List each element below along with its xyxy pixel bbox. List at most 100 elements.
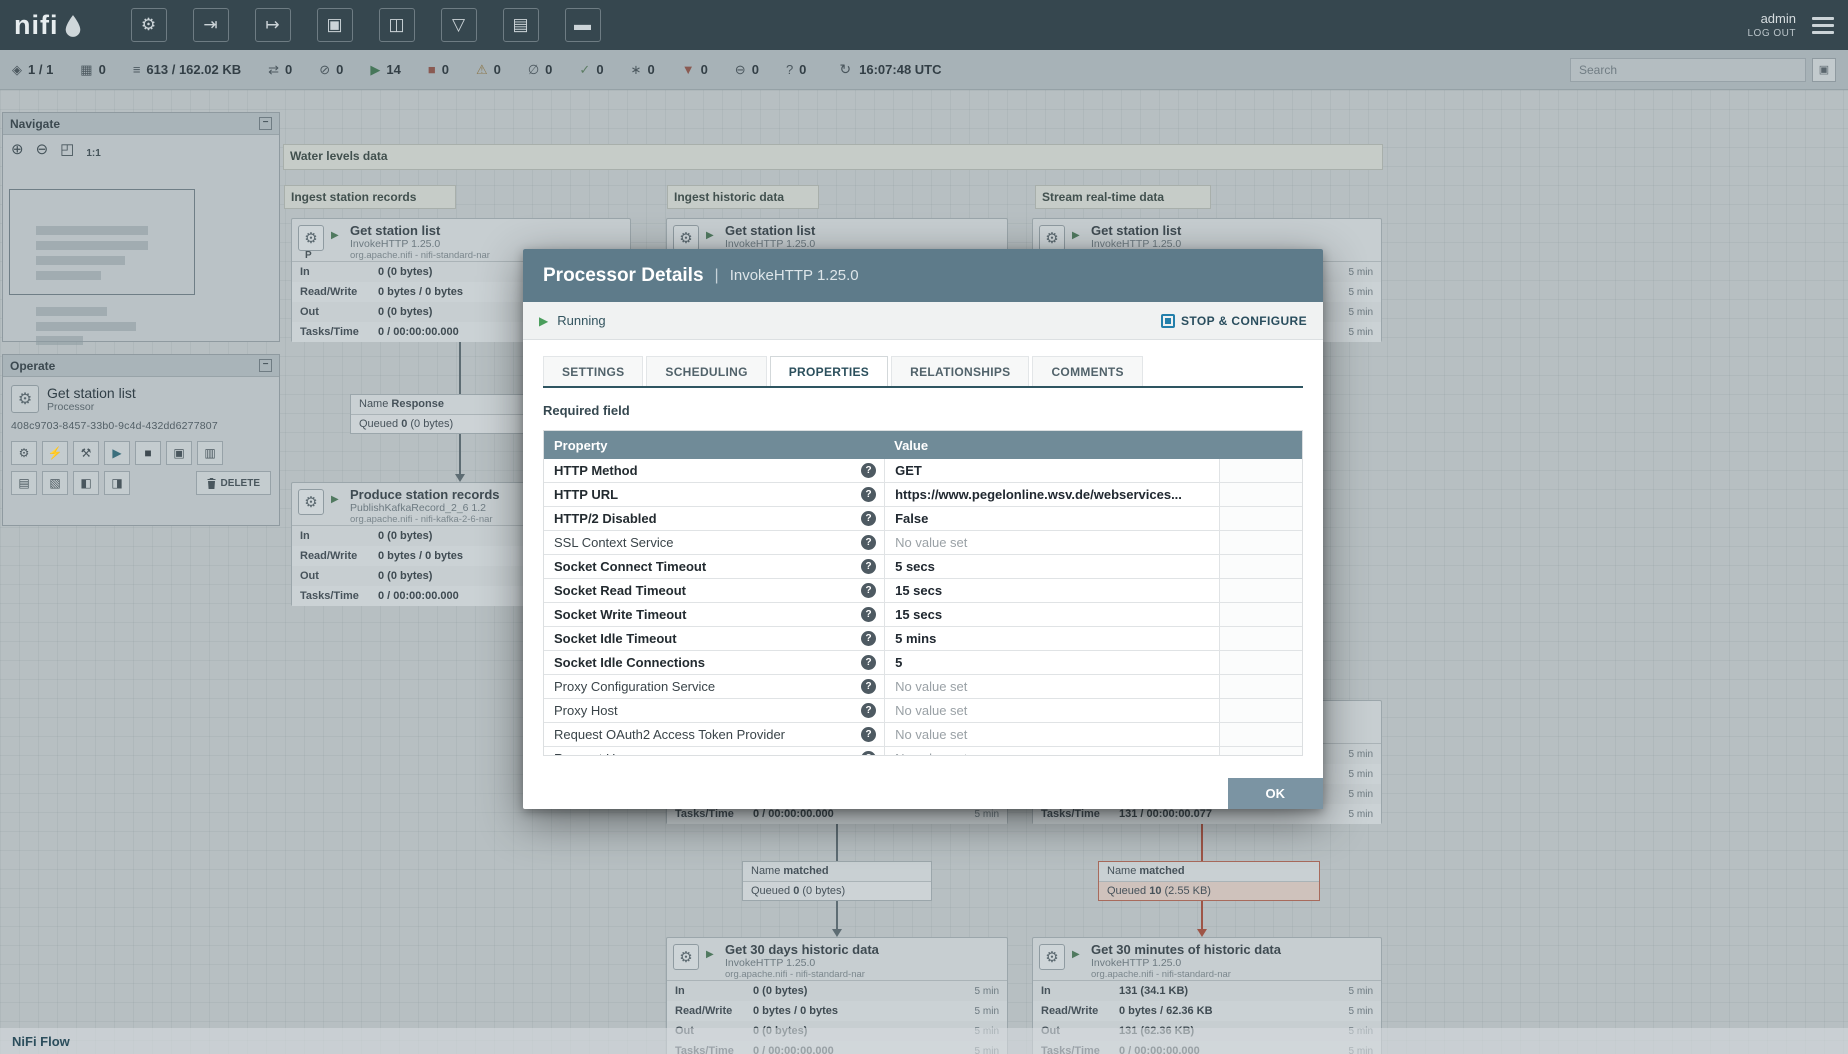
paste-icon[interactable]: ▧ [42, 471, 68, 495]
minimap[interactable] [3, 169, 279, 345]
operate-panel: Operate − ⚙ Get station list Processor 4… [2, 354, 280, 526]
property-row: HTTP Method? GET [544, 459, 1302, 483]
stat-label: Read/Write [675, 1005, 733, 1017]
funnel-icon[interactable]: ▽ [440, 8, 477, 42]
input-port-icon[interactable]: ⇥ [192, 8, 229, 42]
running-icon: ▶ [539, 313, 549, 328]
connection-label[interactable]: Name Response Queued 0 (0 bytes) [350, 394, 540, 434]
help-icon[interactable]: ? [861, 655, 877, 670]
help-icon[interactable]: ? [861, 727, 877, 742]
property-name: HTTP URL [554, 487, 619, 502]
configure-icon[interactable]: ⚙ [11, 441, 37, 465]
tab-scheduling[interactable]: SCHEDULING [646, 356, 767, 386]
help-icon[interactable]: ? [861, 559, 877, 574]
processor-name: Get 30 days historic data [725, 942, 879, 957]
status-count: 0 [751, 62, 759, 77]
stop-icon[interactable]: ■ [135, 441, 161, 465]
move-group-icon[interactable]: ▥ [197, 441, 223, 465]
zoom-in-icon[interactable]: ⊕ [11, 141, 24, 163]
property-name-cell: HTTP Method? [544, 459, 884, 482]
refresh-icon[interactable]: ↻ [839, 61, 851, 78]
property-value-cell: 15 secs [884, 579, 1219, 602]
process-group-icon[interactable]: ▣ [316, 8, 353, 42]
queued-status: ≡ 613 / 162.02 KB [133, 62, 241, 77]
global-menu-icon[interactable] [1812, 16, 1834, 34]
property-name-cell: Proxy Configuration Service? [544, 675, 884, 698]
connection-line-alert [1201, 824, 1203, 861]
property-value-cell: No value set [884, 723, 1219, 746]
change-color-icon[interactable]: ◨ [104, 471, 130, 495]
help-icon[interactable]: ? [861, 511, 877, 526]
collapse-icon[interactable]: − [259, 359, 272, 372]
help-icon[interactable]: ? [861, 703, 877, 718]
enable-icon[interactable]: ⚡ [42, 441, 68, 465]
transmitting-icon: ⇄ [268, 61, 280, 77]
stat-row: In 131 (34.1 KB) 5 min [1033, 981, 1381, 1001]
property-action-cell [1219, 555, 1302, 578]
property-row: Request Username? No value set [544, 747, 1302, 755]
start-icon[interactable]: ▶ [104, 441, 130, 465]
help-icon[interactable]: ? [861, 631, 877, 646]
property-name-cell: Request OAuth2 Access Token Provider? [544, 723, 884, 746]
output-port-icon[interactable]: ↦ [254, 8, 291, 42]
zoom-fit-icon[interactable]: ◰ [60, 141, 74, 163]
property-name-cell: Socket Write Timeout? [544, 603, 884, 626]
copy-group-icon[interactable]: ▣ [166, 441, 192, 465]
property-value: No value set [895, 751, 967, 755]
help-icon[interactable]: ? [861, 679, 877, 694]
help-icon[interactable]: ? [861, 583, 877, 598]
search-input[interactable] [1570, 57, 1806, 82]
tab-comments[interactable]: COMMENTS [1032, 356, 1143, 386]
label-water-levels-data[interactable]: Water levels data [283, 144, 1383, 170]
property-row: Socket Idle Connections? 5 [544, 651, 1302, 675]
stopped-status: ■ 0 [428, 62, 449, 77]
terminate-icon[interactable]: ⚒ [73, 441, 99, 465]
help-icon[interactable]: ? [861, 751, 877, 755]
collapse-icon[interactable]: − [259, 117, 272, 130]
trash-icon [207, 477, 216, 489]
required-field-note: Required field [543, 403, 630, 418]
fill-color-icon[interactable]: ◧ [73, 471, 99, 495]
breadcrumb[interactable]: NiFi Flow [12, 1034, 70, 1049]
help-icon[interactable]: ? [861, 463, 877, 478]
tab-relationships[interactable]: RELATIONSHIPS [891, 356, 1030, 386]
zoom-out-icon[interactable]: ⊖ [36, 141, 49, 163]
remote-process-group-icon[interactable]: ◫ [378, 8, 415, 42]
property-value-cell: 5 mins [884, 627, 1219, 650]
property-action-cell [1219, 723, 1302, 746]
label-ingest-station-records[interactable]: Ingest station records [284, 185, 456, 209]
label-icon[interactable]: ▬ [564, 8, 601, 42]
property-row: Socket Idle Timeout? 5 mins [544, 627, 1302, 651]
operate-buttons-row1: ⚙ ⚡ ⚒ ▶ ■ ▣ ▥ [11, 441, 271, 465]
property-name: Socket Idle Timeout [554, 631, 677, 646]
help-icon[interactable]: ? [861, 535, 877, 550]
ok-button[interactable]: OK [1227, 778, 1323, 809]
connection-line [459, 342, 461, 394]
cluster-icon: ◈ [12, 61, 22, 77]
status-count: 14 [386, 62, 401, 77]
property-action-cell [1219, 579, 1302, 602]
running-status: ▶ 14 [370, 62, 400, 78]
property-name-cell: Proxy Host? [544, 699, 884, 722]
delete-button[interactable]: DELETE [195, 471, 271, 495]
help-icon[interactable]: ? [861, 607, 877, 622]
processor-name: Get station list [350, 223, 441, 238]
operate-title: Operate [10, 358, 56, 373]
copy-icon[interactable]: ▤ [11, 471, 37, 495]
bulletin-board-icon[interactable]: ▣ [1812, 57, 1836, 82]
processor-icon[interactable]: ⚙ [130, 8, 167, 42]
tab-properties[interactable]: PROPERTIES [769, 356, 889, 386]
stale-status: ▼ 0 [682, 62, 708, 77]
logout-link[interactable]: LOG OUT [1747, 28, 1796, 39]
help-icon[interactable]: ? [861, 487, 877, 502]
template-icon[interactable]: ▤ [502, 8, 539, 42]
tab-settings[interactable]: SETTINGS [543, 356, 644, 386]
connection-label[interactable]: Name matched Queued 0 (0 bytes) [742, 861, 932, 901]
zoom-actual-icon[interactable]: 1:1 [86, 141, 100, 163]
stat-value: 0 bytes / 62.36 KB [1119, 1005, 1213, 1017]
properties-table-header: Property Value [544, 431, 1302, 459]
stop-and-configure-button[interactable]: STOP & CONFIGURE [1161, 313, 1307, 328]
label-stream-real-time-data[interactable]: Stream real-time data [1035, 185, 1211, 209]
label-ingest-historic-data[interactable]: Ingest historic data [667, 185, 819, 209]
connection-label[interactable]: Name matched Queued 10 (2.55 KB) [1098, 861, 1320, 901]
